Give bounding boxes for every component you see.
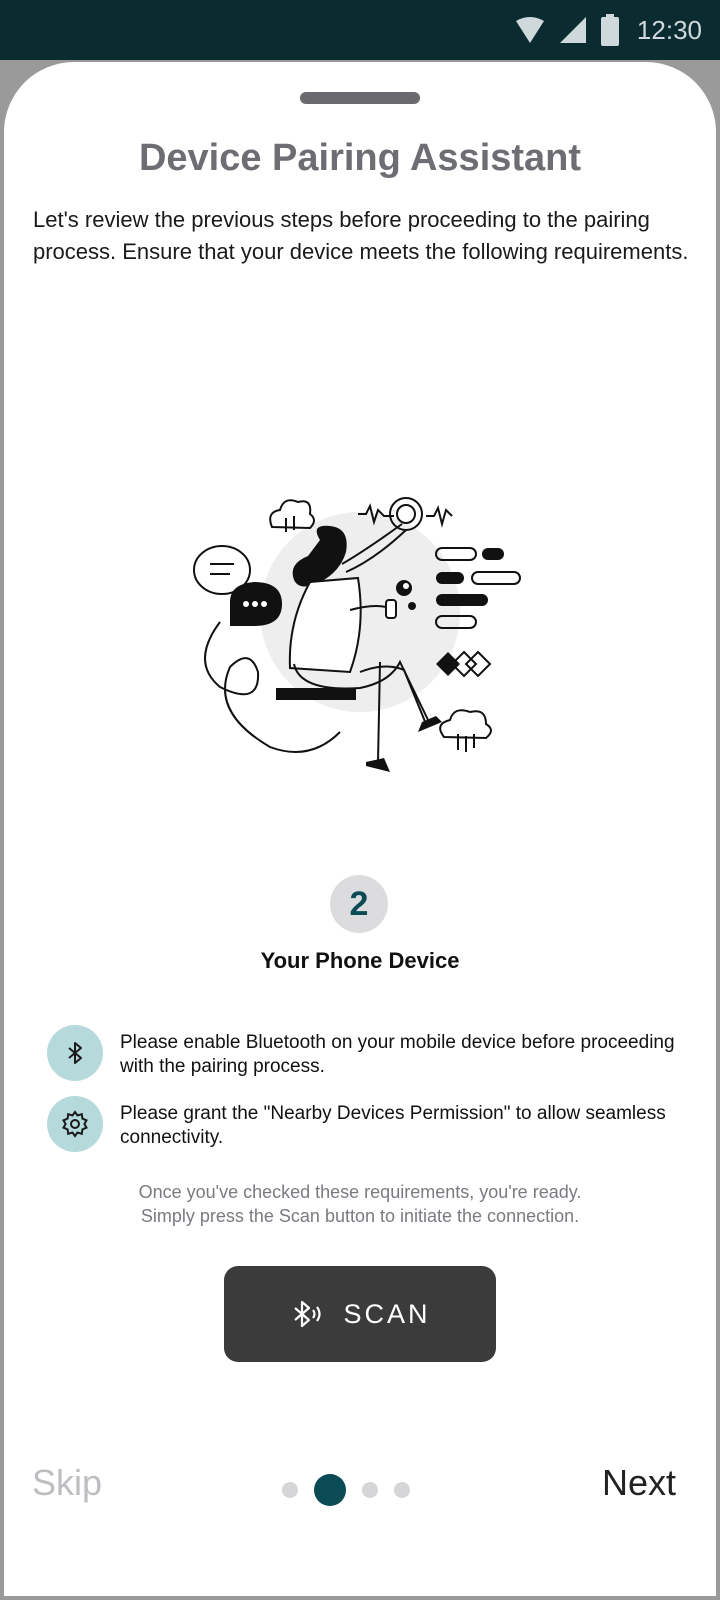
- cellular-signal-icon: [559, 17, 586, 43]
- step-number-badge: 2: [330, 875, 388, 933]
- status-icons: 12:30: [515, 10, 702, 50]
- battery-icon: [600, 14, 619, 46]
- scan-button[interactable]: SCAN: [224, 1266, 496, 1362]
- requirement-item: Please enable Bluetooth on your mobile d…: [47, 1025, 687, 1081]
- page-indicator: [282, 1474, 410, 1506]
- page-dot-active[interactable]: [314, 1474, 346, 1506]
- bluetooth-searching-icon: [294, 1300, 322, 1328]
- intro-text: Let's review the previous steps before p…: [33, 207, 689, 264]
- wifi-icon: [515, 17, 544, 43]
- page-dot[interactable]: [282, 1482, 298, 1498]
- step-title: Your Phone Device: [260, 948, 460, 973]
- bottom-sheet: Device Pairing Assistant Let's review th…: [4, 62, 716, 1596]
- ready-note-line-2: Simply press the Scan button to initiate…: [140, 1206, 580, 1226]
- pairing-illustration: [193, 497, 521, 772]
- ready-note: Once you've checked these requirements, …: [4, 1180, 716, 1228]
- requirement-item: Please grant the "Nearby Devices Permiss…: [47, 1096, 687, 1152]
- skip-button[interactable]: Skip: [32, 1462, 102, 1504]
- status-time: 12:30: [636, 14, 702, 45]
- next-button[interactable]: Next: [602, 1462, 676, 1504]
- page-dot[interactable]: [362, 1482, 378, 1498]
- page-title: Device Pairing Assistant: [138, 137, 582, 179]
- gear-icon: [47, 1096, 103, 1152]
- page-dot[interactable]: [394, 1482, 410, 1498]
- requirement-text: Please grant the "Nearby Devices Permiss…: [120, 1103, 666, 1148]
- requirement-text: Please enable Bluetooth on your mobile d…: [120, 1032, 675, 1077]
- bluetooth-icon: [47, 1025, 103, 1081]
- ready-note-line-1: Once you've checked these requirements, …: [138, 1182, 582, 1202]
- status-bar: 12:30: [0, 0, 720, 60]
- scan-button-label: SCAN: [343, 1298, 431, 1329]
- drag-handle[interactable]: [300, 92, 420, 104]
